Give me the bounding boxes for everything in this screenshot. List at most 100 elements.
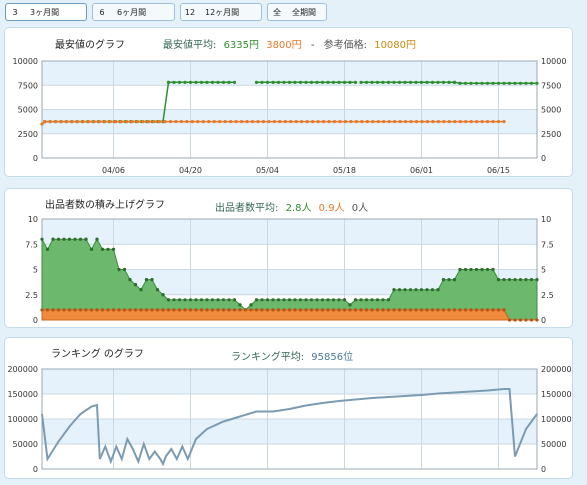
data-point [463, 81, 468, 85]
data-point [381, 80, 385, 84]
data-point [375, 308, 380, 312]
data-point [442, 120, 446, 124]
data-point [376, 120, 380, 124]
summary-lowest-orange: 3800円 [266, 40, 301, 51]
data-point [185, 120, 189, 124]
data-point [392, 288, 396, 292]
plot-area: 0 0 2500 2500 5000 5000 7500 7500 10000 10000 04/0… [13, 57, 567, 175]
data-point [89, 308, 94, 312]
data-point [458, 308, 462, 312]
data-point [40, 237, 44, 241]
data-point [201, 120, 205, 124]
y-tick-label-right: 200000 [541, 365, 572, 374]
data-point [168, 120, 173, 124]
data-point [238, 308, 242, 312]
data-point [183, 80, 187, 84]
data-point [480, 81, 484, 85]
data-point [218, 120, 222, 124]
data-point [502, 308, 506, 312]
summary-orange: 0.9人 [319, 202, 345, 214]
data-point [243, 308, 248, 312]
data-point [163, 120, 167, 124]
data-point [360, 120, 364, 124]
data-point [70, 120, 74, 124]
data-point [359, 298, 363, 302]
data-point [78, 237, 83, 241]
summary-lowest-green: 6335円 [224, 40, 259, 51]
data-point [232, 308, 237, 312]
tab-period-0[interactable]: 3 3ヶ月間 [5, 3, 87, 21]
data-point [111, 308, 116, 312]
grid-band [42, 219, 537, 245]
data-point [128, 278, 132, 282]
data-point [260, 308, 264, 312]
data-point [81, 120, 85, 124]
data-point [166, 308, 171, 312]
data-point [271, 308, 275, 312]
data-point [326, 80, 330, 84]
data-point [343, 120, 348, 124]
data-point [95, 237, 99, 241]
data-point [106, 308, 110, 312]
data-point [370, 308, 374, 312]
data-point [97, 120, 102, 124]
data-point [408, 308, 413, 312]
summary-ref-value: 10080円 [374, 40, 416, 51]
sellers-chart-panel: 出品者数の積み上げグラフ 出品者数平均: 2.8人 0.9人 0人 0 0 2.5 2… [4, 188, 573, 328]
x-tick-label: 04/20 [179, 166, 202, 175]
data-point [342, 80, 347, 84]
summary-green: 2.8人 [286, 202, 312, 214]
data-point [271, 298, 275, 302]
data-point [261, 120, 266, 124]
data-point [315, 298, 319, 302]
data-point [298, 298, 303, 302]
summary-gray: 0人 [352, 202, 368, 214]
y-tick-label-right: 0 [541, 154, 546, 163]
data-point [513, 318, 517, 322]
data-point [304, 308, 308, 312]
data-point [51, 308, 55, 312]
tab-period-2[interactable]: 12 12ヶ月間 [180, 3, 262, 21]
data-point [392, 80, 396, 84]
data-point [485, 81, 490, 85]
y-tick-label-left: 0 [33, 154, 38, 163]
tab-period-1[interactable]: 6 6ヶ月間 [92, 3, 175, 21]
data-point [265, 298, 270, 302]
data-point [150, 308, 154, 312]
price-chart-panel: 最安値のグラフ 最安値平均: 6335円 3800円 - 参考価格: 10080… [4, 27, 573, 177]
data-point [469, 308, 473, 312]
data-point [326, 298, 330, 302]
data-point [464, 120, 468, 124]
data-point [40, 122, 44, 126]
data-point [212, 120, 216, 124]
data-point [463, 308, 468, 312]
data-point [518, 278, 523, 282]
data-point [287, 80, 292, 84]
data-point [502, 278, 506, 282]
data-point [458, 81, 462, 85]
data-point [474, 267, 479, 272]
data-point [419, 288, 424, 292]
data-point [239, 120, 244, 124]
data-point [452, 308, 457, 312]
data-point [92, 120, 96, 124]
data-point [381, 308, 385, 312]
tab-period-3[interactable]: 全 全期間 [267, 3, 327, 21]
data-point [232, 298, 237, 302]
data-point [337, 298, 341, 302]
data-point [348, 80, 352, 84]
y-tick-label-left: 100000 [7, 415, 38, 424]
data-point [535, 318, 539, 322]
data-point [513, 278, 517, 282]
data-point [136, 120, 140, 124]
price-summary: 最安値平均: 6335円 3800円 - 参考価格: 10080円 [163, 38, 416, 51]
data-point [403, 80, 407, 84]
data-point [216, 80, 220, 84]
y-tick-label-right: 7.5 [541, 240, 554, 249]
data-point [485, 120, 490, 124]
data-point [338, 120, 342, 124]
data-point [130, 120, 134, 124]
data-point [524, 278, 528, 282]
data-point [409, 120, 413, 124]
data-point [353, 298, 358, 302]
